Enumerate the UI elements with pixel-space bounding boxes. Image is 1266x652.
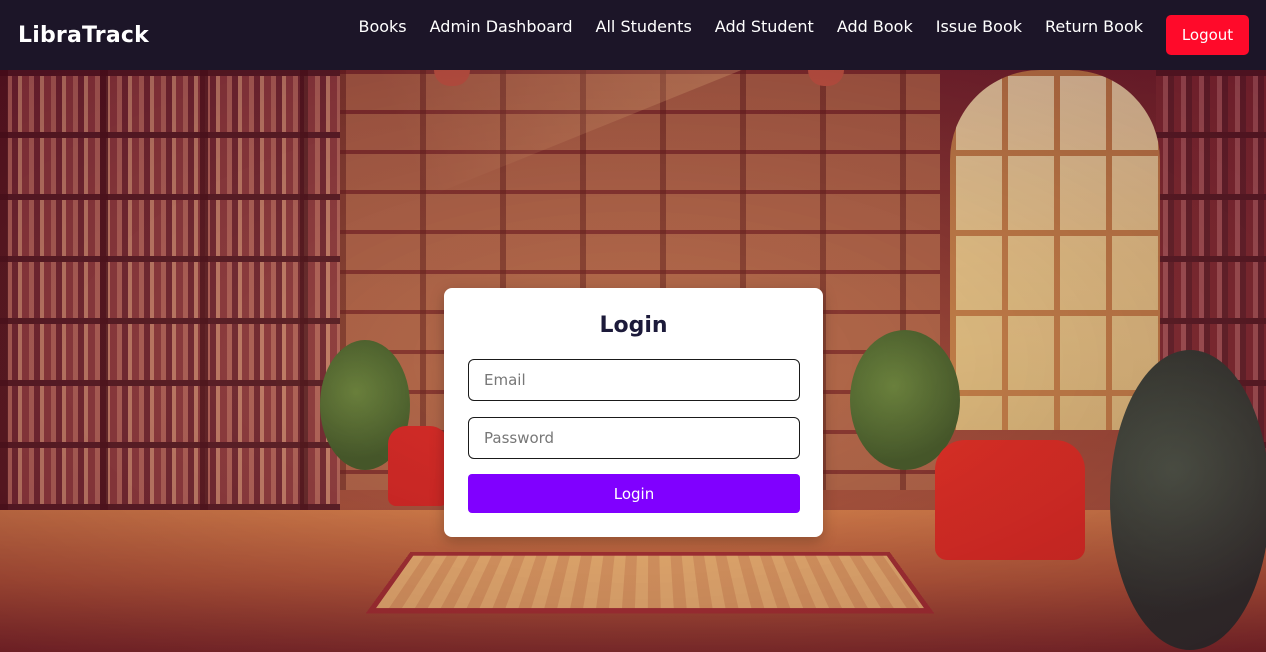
- brand-logo[interactable]: LibraTrack: [18, 23, 149, 48]
- nav-link-all-students[interactable]: All Students: [596, 17, 692, 36]
- email-field[interactable]: [468, 359, 800, 401]
- nav-links: Books Admin Dashboard All Students Add S…: [335, 17, 1143, 36]
- nav-link-books[interactable]: Books: [358, 17, 406, 36]
- top-navbar: LibraTrack Books Admin Dashboard All Stu…: [0, 0, 1266, 70]
- login-title: Login: [599, 313, 668, 338]
- nav-link-add-book[interactable]: Add Book: [837, 17, 913, 36]
- login-card: Login Login: [444, 288, 823, 537]
- nav-link-return-book[interactable]: Return Book: [1045, 17, 1143, 36]
- logout-button[interactable]: Logout: [1166, 15, 1249, 55]
- nav-link-admin-dashboard[interactable]: Admin Dashboard: [430, 17, 573, 36]
- nav-link-issue-book[interactable]: Issue Book: [936, 17, 1022, 36]
- login-submit-button[interactable]: Login: [468, 474, 800, 513]
- nav-link-add-student[interactable]: Add Student: [715, 17, 814, 36]
- password-field[interactable]: [468, 417, 800, 459]
